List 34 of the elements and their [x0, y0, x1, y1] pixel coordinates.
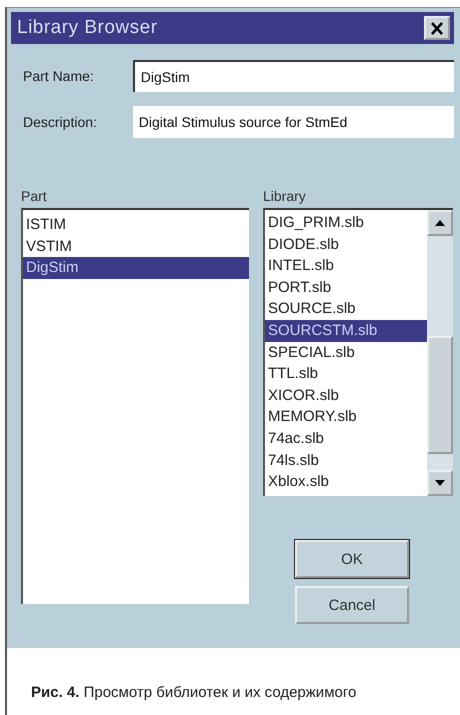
list-label: Part — [21, 188, 48, 204]
list-item[interactable]: TTL.slb — [265, 363, 427, 385]
dialog-button[interactable]: Cancel — [295, 586, 409, 624]
text-field[interactable]: Digital Stimulus source for StmEd — [132, 106, 454, 138]
list-item[interactable]: DIG_PRIM.slb — [265, 212, 427, 234]
figure-caption: Рис. 4. Просмотр библиотек и их содержимого — [30, 683, 358, 701]
list-item[interactable]: VSTIM — [23, 236, 249, 258]
up-arrow-icon — [435, 220, 445, 226]
text-field[interactable]: DigStim — [132, 60, 454, 92]
list-item[interactable]: DigStim — [23, 257, 249, 279]
list-item[interactable]: INTEL.slb — [265, 255, 427, 277]
field-label: Description: — [23, 114, 98, 130]
down-arrow-icon — [435, 480, 445, 486]
dialog-button[interactable]: OK — [295, 540, 409, 578]
scroll-down-button[interactable] — [427, 470, 453, 496]
scroll-thumb[interactable] — [427, 336, 453, 454]
list-item[interactable]: 74ls.slb — [265, 450, 427, 472]
list-item[interactable]: 74ac.slb — [265, 428, 427, 450]
list-item[interactable]: ISTIM — [23, 214, 249, 236]
list-item[interactable]: SOURCE.slb — [265, 298, 427, 320]
scroll-up-button[interactable] — [427, 210, 453, 236]
list-item[interactable]: SPECIAL.slb — [265, 342, 427, 364]
scrollbar[interactable] — [427, 210, 453, 496]
list-item[interactable]: PORT.slb — [265, 276, 427, 298]
list-item[interactable]: DIODE.slb — [265, 234, 427, 256]
close-icon — [430, 22, 444, 34]
list-label: Library — [263, 188, 307, 204]
list-item[interactable]: XICOR.slb — [265, 384, 427, 406]
close-button[interactable] — [424, 16, 450, 40]
list-item[interactable]: MEMORY.slb — [265, 406, 427, 428]
window-title: Library Browser — [17, 17, 158, 39]
list-item[interactable]: Xblox.slb — [265, 471, 427, 493]
list-item[interactable]: SOURCSTM.slb — [265, 320, 427, 342]
field-label: Part Name: — [23, 68, 95, 84]
